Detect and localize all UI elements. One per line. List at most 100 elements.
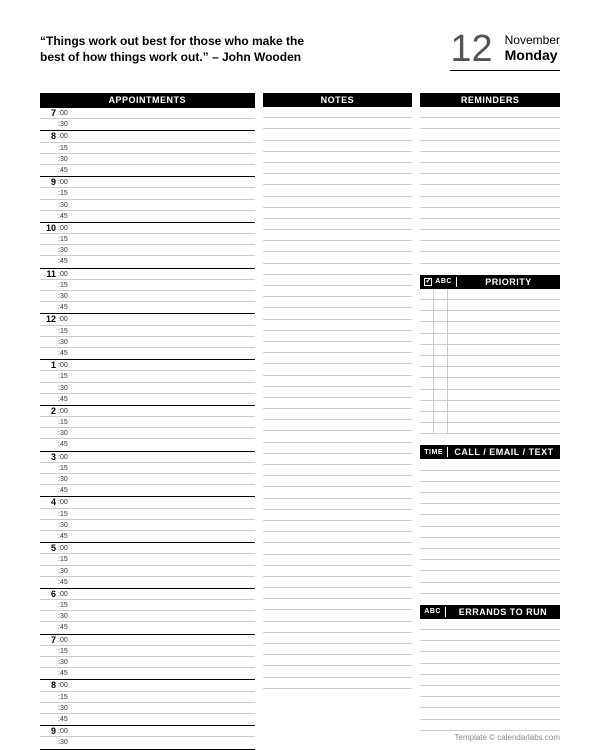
line-row[interactable] [263,241,413,252]
priority-row[interactable] [420,401,560,412]
errands-body[interactable] [420,619,560,731]
line-row[interactable] [263,163,413,174]
appointments-body[interactable]: 7:00:308:00:15:30:459:00:15:30:4510:00:1… [40,107,255,750]
time-slot[interactable]: 9:00 [40,177,255,188]
line-row[interactable] [420,652,560,663]
line-row[interactable] [263,577,413,588]
line-row[interactable] [263,420,413,431]
slot-line[interactable] [74,302,255,313]
line-row[interactable] [263,610,413,621]
time-slot[interactable]: 1:00 [40,360,255,371]
slot-line[interactable] [74,485,255,496]
line-row[interactable] [263,353,413,364]
line-row[interactable] [420,493,560,504]
slot-line[interactable] [74,646,255,656]
priority-cell[interactable] [448,423,560,433]
line-row[interactable] [263,543,413,554]
line-row[interactable] [263,230,413,241]
priority-cell[interactable] [434,401,448,411]
time-slot[interactable]: :30 [40,291,255,302]
line-row[interactable] [420,538,560,549]
time-slot[interactable]: :45 [40,165,255,176]
priority-cell[interactable] [434,334,448,344]
slot-line[interactable] [74,223,255,233]
time-slot[interactable]: 10:00 [40,223,255,234]
line-row[interactable] [420,560,560,571]
priority-cell[interactable] [420,378,434,388]
line-row[interactable] [420,163,560,174]
time-slot[interactable]: 12:00 [40,314,255,325]
time-slot[interactable]: :30 [40,474,255,485]
priority-cell[interactable] [434,390,448,400]
line-row[interactable] [420,141,560,152]
time-slot[interactable]: :30 [40,119,255,130]
priority-cell[interactable] [434,345,448,355]
line-row[interactable] [420,504,560,515]
priority-cell[interactable] [448,401,560,411]
line-row[interactable] [263,320,413,331]
time-slot[interactable]: 2:00 [40,406,255,417]
line-row[interactable] [420,129,560,140]
line-row[interactable] [420,664,560,675]
priority-cell[interactable] [434,378,448,388]
line-row[interactable] [420,675,560,686]
line-row[interactable] [263,252,413,263]
priority-row[interactable] [420,289,560,300]
line-row[interactable] [263,499,413,510]
slot-line[interactable] [74,577,255,588]
line-row[interactable] [420,583,560,594]
time-slot[interactable]: :15 [40,600,255,611]
priority-row[interactable] [420,345,560,356]
line-row[interactable] [263,622,413,633]
time-slot[interactable]: :30 [40,657,255,668]
slot-line[interactable] [74,234,255,244]
time-slot[interactable]: :15 [40,234,255,245]
slot-line[interactable] [74,280,255,290]
slot-line[interactable] [74,394,255,405]
line-row[interactable] [420,471,560,482]
line-row[interactable] [263,364,413,375]
line-row[interactable] [420,459,560,470]
time-slot[interactable]: 3:00 [40,452,255,463]
time-slot[interactable]: :30 [40,245,255,256]
priority-cell[interactable] [448,356,560,366]
time-slot[interactable]: :15 [40,417,255,428]
time-slot[interactable]: :15 [40,692,255,703]
time-slot[interactable]: :30 [40,337,255,348]
time-slot[interactable]: :45 [40,394,255,405]
priority-cell[interactable] [448,390,560,400]
slot-line[interactable] [74,245,255,255]
slot-line[interactable] [74,108,255,118]
priority-cell[interactable] [420,289,434,299]
line-row[interactable] [420,571,560,582]
line-row[interactable] [420,527,560,538]
slot-line[interactable] [74,726,255,736]
slot-line[interactable] [74,177,255,187]
priority-row[interactable] [420,378,560,389]
time-slot[interactable]: :15 [40,188,255,199]
line-row[interactable] [263,431,413,442]
slot-line[interactable] [74,188,255,198]
line-row[interactable] [263,129,413,140]
slot-line[interactable] [74,291,255,301]
slot-line[interactable] [74,543,255,553]
slot-line[interactable] [74,314,255,324]
time-slot[interactable]: :30 [40,154,255,165]
slot-line[interactable] [74,337,255,347]
priority-cell[interactable] [434,412,448,422]
line-row[interactable] [263,219,413,230]
line-row[interactable] [263,376,413,387]
priority-cell[interactable] [448,311,560,321]
priority-cell[interactable] [448,300,560,310]
slot-line[interactable] [74,509,255,519]
priority-cell[interactable] [434,311,448,321]
reminders-body[interactable] [420,107,560,264]
time-slot[interactable]: :45 [40,714,255,725]
priority-cell[interactable] [448,378,560,388]
line-row[interactable] [263,465,413,476]
time-slot[interactable]: 5:00 [40,543,255,554]
line-row[interactable] [420,720,560,731]
priority-cell[interactable] [420,412,434,422]
priority-cell[interactable] [420,345,434,355]
time-slot[interactable]: :30 [40,383,255,394]
